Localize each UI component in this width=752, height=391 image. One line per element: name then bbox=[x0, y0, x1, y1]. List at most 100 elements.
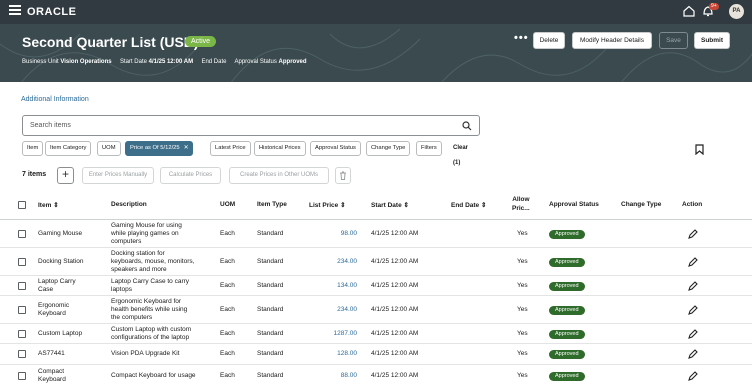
filter-chip-approval-status[interactable]: Approval Status bbox=[310, 141, 361, 156]
search-icon[interactable] bbox=[462, 121, 472, 131]
row-checkbox[interactable] bbox=[18, 230, 26, 238]
uom-value: Each bbox=[220, 306, 235, 313]
table-row[interactable]: AS77441 Vision PDA Upgrade Kit Each Stan… bbox=[0, 344, 752, 365]
create-prices-other-uoms-button[interactable]: Create Prices in Other UOMs bbox=[229, 167, 329, 184]
select-all-checkbox[interactable] bbox=[18, 201, 26, 209]
search-field[interactable]: Search items bbox=[22, 115, 480, 136]
column-header-end-date-label: End Date bbox=[451, 202, 480, 209]
item-name: Custom Laptop bbox=[38, 330, 83, 337]
column-header-item-label: Item bbox=[38, 202, 52, 209]
enter-prices-manually-button[interactable]: Enter Prices Manually bbox=[82, 167, 154, 184]
table-header-row: Item ⇕ Description UOM Item Type List Pr… bbox=[0, 190, 752, 220]
description-line: Custom Laptop with custom bbox=[111, 326, 192, 333]
table-row[interactable]: Ergonomic Keyboard Ergonomic Keyboard for… bbox=[0, 296, 752, 324]
modify-header-details-button[interactable]: Modify Header Details bbox=[572, 32, 652, 49]
save-button[interactable]: Save bbox=[659, 32, 688, 49]
approval-status-badge: Approved bbox=[549, 350, 585, 359]
clear-filters-link[interactable]: Clear (1) bbox=[453, 141, 468, 171]
filter-chip-item[interactable]: Item bbox=[22, 141, 44, 156]
table-row[interactable]: Gaming Mouse Gaming Mouse for using while… bbox=[0, 220, 752, 248]
edit-pencil-icon[interactable] bbox=[688, 229, 698, 239]
item-description: Laptop Carry Case to carry laptops bbox=[111, 278, 189, 294]
row-checkbox[interactable] bbox=[18, 372, 26, 380]
top-bar: ORACLE 9+ PA bbox=[0, 0, 752, 24]
delete-row-button[interactable] bbox=[335, 167, 351, 184]
search-input[interactable]: Search items bbox=[30, 122, 71, 129]
column-header-list-price[interactable]: List Price ⇕ bbox=[309, 201, 346, 209]
status-badge: Active bbox=[185, 36, 217, 47]
list-price-link[interactable]: 98.00 bbox=[311, 230, 357, 238]
description-line: configurations of the laptop bbox=[111, 334, 190, 341]
edit-pencil-icon[interactable] bbox=[688, 305, 698, 315]
list-price-link[interactable]: 128.00 bbox=[311, 350, 357, 358]
column-header-allow-line1: Allow bbox=[512, 196, 530, 203]
list-price-link[interactable]: 234.00 bbox=[311, 258, 357, 266]
user-avatar[interactable]: PA bbox=[729, 4, 744, 19]
uom-value: Each bbox=[220, 258, 235, 265]
hamburger-menu-icon[interactable] bbox=[9, 5, 21, 15]
more-actions-icon[interactable]: ••• bbox=[514, 32, 529, 44]
filter-chip-item-category[interactable]: Item Category bbox=[45, 141, 92, 156]
list-price-link[interactable]: 88.00 bbox=[311, 372, 357, 380]
row-checkbox[interactable] bbox=[18, 306, 26, 314]
description-line: computers bbox=[111, 238, 142, 245]
filter-chip-change-type[interactable]: Change Type bbox=[366, 141, 411, 156]
home-icon[interactable] bbox=[683, 5, 695, 17]
filter-chip-historical-prices[interactable]: Historical Prices bbox=[254, 141, 306, 156]
item-name-line: Keyboard bbox=[38, 376, 66, 383]
sort-icon[interactable]: ⇕ bbox=[404, 202, 409, 209]
table-row[interactable]: Docking Station Docking station for keybo… bbox=[0, 248, 752, 276]
column-header-start-date[interactable]: Start Date ⇕ bbox=[371, 201, 409, 209]
list-price-link[interactable]: 1287.00 bbox=[311, 330, 358, 338]
approval-status-value: Approved bbox=[278, 59, 307, 65]
approval-status-badge: Approved bbox=[549, 372, 585, 381]
item-description: Custom Laptop with custom configurations … bbox=[111, 326, 191, 342]
bookmark-icon[interactable] bbox=[695, 144, 704, 155]
item-type-value: Standard bbox=[257, 306, 284, 313]
submit-button[interactable]: Submit bbox=[694, 32, 730, 49]
column-header-item[interactable]: Item ⇕ bbox=[38, 201, 59, 209]
filter-chip-filters[interactable]: Filters bbox=[416, 141, 442, 156]
sort-icon[interactable]: ⇕ bbox=[340, 202, 345, 209]
allow-price-value: Yes bbox=[517, 330, 528, 337]
list-price-link[interactable]: 234.00 bbox=[311, 306, 357, 314]
description-line: Gaming Mouse for using bbox=[111, 222, 182, 229]
additional-information-link[interactable]: Additional Information bbox=[21, 96, 89, 103]
list-price-link[interactable]: 134.00 bbox=[311, 282, 357, 290]
uom-value: Each bbox=[220, 372, 235, 379]
table-row[interactable]: Laptop Carry Case Laptop Carry Case to ca… bbox=[0, 276, 752, 296]
item-description: Compact Keyboard for usage bbox=[111, 372, 196, 379]
edit-pencil-icon[interactable] bbox=[688, 257, 698, 267]
column-header-end-date[interactable]: End Date ⇕ bbox=[451, 201, 486, 209]
edit-pencil-icon[interactable] bbox=[688, 329, 698, 339]
start-date-value: 4/1/25 12:00 AM bbox=[148, 59, 194, 65]
allow-price-value: Yes bbox=[517, 282, 528, 289]
approval-status-badge: Approved bbox=[549, 330, 585, 339]
edit-pencil-icon[interactable] bbox=[688, 371, 698, 381]
row-checkbox[interactable] bbox=[18, 330, 26, 338]
filter-chip-latest-price[interactable]: Latest Price bbox=[210, 141, 251, 156]
sort-icon[interactable]: ⇕ bbox=[53, 202, 58, 209]
edit-pencil-icon[interactable] bbox=[688, 349, 698, 359]
delete-button[interactable]: Delete bbox=[533, 32, 565, 49]
remove-filter-icon[interactable]: ✕ bbox=[184, 145, 189, 151]
calculate-prices-button[interactable]: Calculate Prices bbox=[160, 167, 221, 184]
filter-chip-price-as-of[interactable]: Price as Of 5/12/25 ✕ bbox=[125, 141, 194, 156]
table-row[interactable]: Custom Laptop Custom Laptop with custom c… bbox=[0, 324, 752, 344]
sort-icon[interactable]: ⇕ bbox=[481, 202, 486, 209]
item-type-value: Standard bbox=[257, 258, 284, 265]
column-header-approval-status: Approval Status bbox=[549, 201, 599, 208]
column-header-action: Action bbox=[682, 201, 703, 208]
description-line: Laptop Carry Case to carry bbox=[111, 278, 190, 285]
row-checkbox[interactable] bbox=[18, 282, 26, 290]
item-description: Ergonomic Keyboard for health benefits wh… bbox=[111, 298, 187, 322]
filter-chip-uom[interactable]: UOM bbox=[97, 141, 121, 156]
add-item-button[interactable]: + bbox=[57, 167, 74, 184]
row-checkbox[interactable] bbox=[18, 350, 26, 358]
table-row[interactable]: Compact Keyboard Compact Keyboard for usa… bbox=[0, 365, 752, 387]
item-name-line: Compact bbox=[38, 368, 65, 375]
description-line: Ergonomic Keyboard for bbox=[111, 298, 182, 305]
approval-status-badge: Approved bbox=[549, 282, 585, 291]
edit-pencil-icon[interactable] bbox=[688, 281, 698, 291]
row-checkbox[interactable] bbox=[18, 258, 26, 266]
